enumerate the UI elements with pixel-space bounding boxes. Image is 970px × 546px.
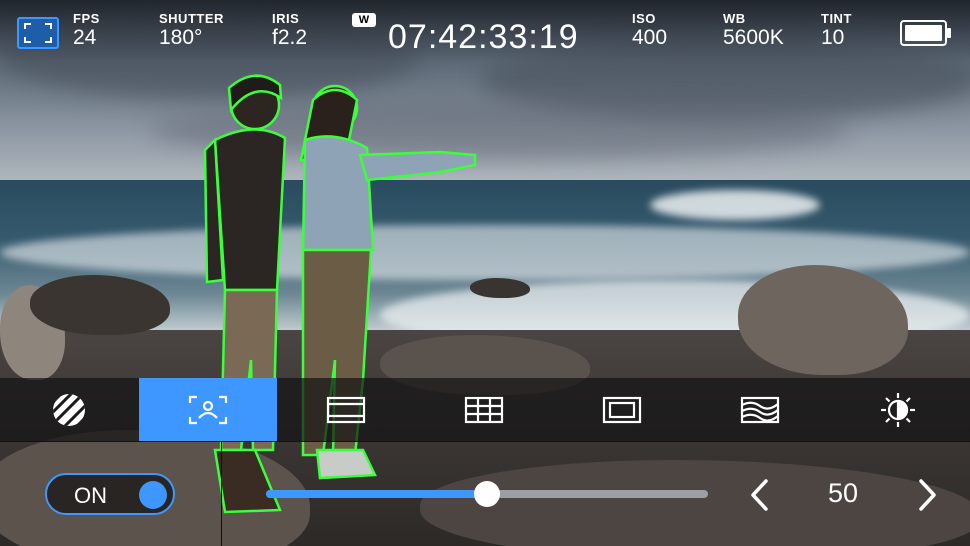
safe-area-icon bbox=[602, 396, 642, 423]
wave bbox=[650, 190, 820, 220]
frame-guides-icon bbox=[326, 396, 366, 423]
tool-brightness[interactable] bbox=[829, 378, 967, 441]
fps-label: FPS bbox=[73, 11, 100, 26]
wb-value: 5600K bbox=[723, 26, 784, 49]
toggle-knob bbox=[139, 481, 167, 509]
iris-label: IRIS bbox=[272, 11, 300, 26]
tint-indicator[interactable]: TINT 10 bbox=[821, 12, 852, 50]
zebra-icon bbox=[53, 393, 85, 426]
status-bar: FPS 24 SHUTTER 180° IRIS f2.2 W 07:42:33… bbox=[0, 0, 970, 62]
fps-indicator[interactable]: FPS 24 bbox=[73, 12, 100, 50]
subjects bbox=[203, 74, 477, 514]
slider-thumb[interactable] bbox=[474, 481, 500, 507]
iris-indicator[interactable]: IRIS f2.2 bbox=[272, 12, 307, 50]
frame-guides-indicator-icon[interactable] bbox=[17, 17, 59, 49]
tool-frame-guides[interactable] bbox=[277, 378, 415, 441]
tint-label: TINT bbox=[821, 11, 852, 26]
tool-focus-assist[interactable] bbox=[139, 378, 277, 441]
iris-value: f2.2 bbox=[272, 26, 308, 49]
slider-fill bbox=[266, 490, 487, 498]
shutter-value: 180° bbox=[159, 26, 203, 49]
tool-false-color[interactable] bbox=[691, 378, 829, 441]
divider bbox=[221, 441, 222, 546]
subject-man bbox=[203, 74, 287, 514]
timecode[interactable]: 07:42:33:19 bbox=[388, 18, 579, 56]
shutter-indicator[interactable]: SHUTTER 180° bbox=[159, 12, 224, 50]
tint-value: 10 bbox=[821, 26, 845, 49]
iso-value: 400 bbox=[632, 26, 668, 49]
level-value: 50 bbox=[827, 478, 859, 508]
divider bbox=[0, 441, 970, 442]
wb-indicator[interactable]: WB 5600K bbox=[723, 12, 784, 50]
shutter-label: SHUTTER bbox=[159, 11, 224, 26]
camera-preview bbox=[0, 0, 970, 546]
false-color-icon bbox=[740, 396, 780, 423]
brightness-icon bbox=[881, 392, 915, 427]
toggle-label: ON bbox=[74, 483, 107, 508]
fps-value: 24 bbox=[73, 26, 97, 49]
wb-badge: W bbox=[352, 13, 376, 27]
iso-indicator[interactable]: ISO 400 bbox=[632, 12, 667, 50]
iso-label: ISO bbox=[632, 11, 656, 26]
tool-grid[interactable] bbox=[415, 378, 553, 441]
tool-zebra[interactable] bbox=[0, 378, 138, 441]
tool-safe-area[interactable] bbox=[553, 378, 691, 441]
battery-icon[interactable] bbox=[900, 20, 952, 46]
chevron-left-icon[interactable] bbox=[748, 478, 772, 512]
grid-icon bbox=[464, 396, 504, 423]
wb-label: WB bbox=[723, 11, 746, 26]
focus-assist-icon bbox=[188, 395, 228, 424]
overlay-toolbar bbox=[0, 378, 970, 441]
focus-assist-toggle[interactable]: ON bbox=[45, 473, 175, 515]
chevron-right-icon[interactable] bbox=[915, 478, 939, 512]
